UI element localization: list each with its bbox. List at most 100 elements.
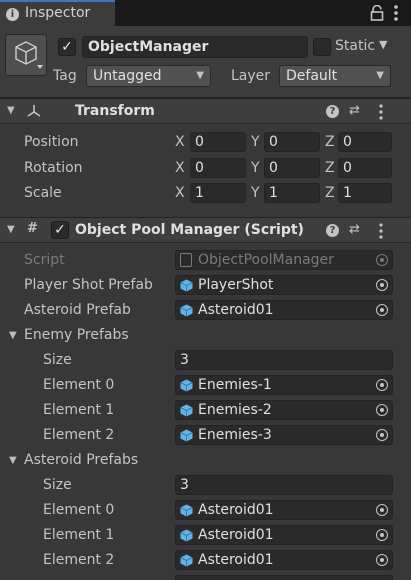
asteroid-element-1-label: Element 1 <box>43 527 115 543</box>
object-name-input[interactable]: ObjectManager <box>82 36 308 58</box>
prefab-cube-icon <box>180 504 193 517</box>
position-z-field[interactable]: 0 <box>338 132 392 152</box>
prefab-cube-icon <box>180 379 193 392</box>
asteroid-element-0-field[interactable]: Asteroid01 <box>175 500 393 520</box>
transform-icon <box>27 105 41 117</box>
player-shot-prefab-field[interactable]: PlayerShot <box>175 275 393 295</box>
rotation-x-field[interactable]: 0 <box>190 158 246 178</box>
asteroid-prefabs-label[interactable]: Asteroid Prefabs <box>24 452 138 468</box>
enemy-element-2-value: Enemies-3 <box>198 427 272 443</box>
object-picker-icon[interactable] <box>376 429 388 441</box>
rotation-z-field[interactable]: 0 <box>338 158 392 178</box>
axis-z-label: Z <box>325 160 335 176</box>
preset-icon[interactable]: ⇄ <box>349 222 360 237</box>
enemy-prefabs-size-label: Size <box>43 352 72 368</box>
prefab-cube-icon <box>180 554 193 567</box>
script-file-icon <box>180 253 192 267</box>
asteroid-element-2-label: Element 2 <box>43 552 115 568</box>
asteroid-prefabs-size-field[interactable]: 3 <box>175 475 393 495</box>
help-icon[interactable]: ? <box>326 224 339 237</box>
script-hash-icon: # <box>27 221 38 236</box>
object-picker-icon[interactable] <box>376 379 388 391</box>
object-picker-icon[interactable] <box>376 304 388 316</box>
prefab-cube-icon <box>180 404 193 417</box>
foldout-arrow-icon[interactable]: ▼ <box>9 455 17 466</box>
foldout-arrow-icon[interactable]: ▼ <box>7 105 15 116</box>
help-icon[interactable]: ? <box>326 105 339 118</box>
active-checkbox[interactable]: ✓ <box>58 38 76 56</box>
axis-x-label: X <box>175 160 185 176</box>
scale-x-field[interactable]: 1 <box>190 183 246 203</box>
position-label: Position <box>24 134 79 150</box>
object-picker-icon[interactable] <box>376 529 388 541</box>
asteroid-prefab-label: Asteroid Prefab <box>24 302 131 318</box>
gameobject-icon[interactable] <box>5 34 47 76</box>
lock-icon[interactable] <box>370 5 384 21</box>
scale-label: Scale <box>24 185 62 201</box>
component-menu-icon[interactable] <box>376 103 386 121</box>
prefab-cube-icon <box>180 304 193 317</box>
static-checkbox[interactable] <box>313 38 331 56</box>
prefab-cube-icon <box>180 279 193 292</box>
asteroid-element-1-value: Asteroid01 <box>198 527 274 543</box>
foldout-arrow-icon[interactable]: ▼ <box>7 224 15 235</box>
player-shot-prefab-label: Player Shot Prefab <box>24 277 153 293</box>
script-label: Script <box>24 252 65 268</box>
component-menu-icon[interactable] <box>376 222 386 240</box>
position-y-field[interactable]: 0 <box>264 132 320 152</box>
tab-label: Inspector <box>25 5 91 21</box>
asteroid-element-0-value: Asteroid01 <box>198 502 274 518</box>
rotation-y-field[interactable]: 0 <box>264 158 320 178</box>
asteroid-element-0-label: Element 0 <box>43 502 115 518</box>
axis-z-label: Z <box>325 134 335 150</box>
scale-z-field[interactable]: 1 <box>338 183 392 203</box>
scale-y-field[interactable]: 1 <box>264 183 320 203</box>
enemy-element-0-value: Enemies-1 <box>198 377 272 393</box>
tag-dropdown-value: Untagged <box>93 68 162 84</box>
layer-dropdown[interactable]: Default ▼ <box>279 65 391 87</box>
tab-inspector[interactable]: i Inspector <box>0 0 115 26</box>
axis-z-label: Z <box>325 185 335 201</box>
enemy-element-0-label: Element 0 <box>43 377 115 393</box>
enemy-element-2-field[interactable]: Enemies-3 <box>175 425 393 445</box>
prefab-cube-icon <box>180 429 193 442</box>
rotation-label: Rotation <box>24 160 83 176</box>
asteroid-prefab-field[interactable]: Asteroid01 <box>175 300 393 320</box>
object-picker-icon[interactable] <box>376 504 388 516</box>
enemy-prefabs-label[interactable]: Enemy Prefabs <box>24 327 129 343</box>
preset-icon[interactable]: ⇄ <box>349 103 360 118</box>
cube-outline-icon <box>15 41 43 69</box>
axis-y-label: Y <box>251 160 260 176</box>
object-picker-icon[interactable] <box>376 554 388 566</box>
asteroid-prefab-value: Asteroid01 <box>198 302 274 318</box>
enemy-element-2-label: Element 2 <box>43 427 115 443</box>
enemy-element-1-field[interactable]: Enemies-2 <box>175 400 393 420</box>
component-enabled-checkbox[interactable]: ✓ <box>51 221 69 239</box>
script-value: ObjectPoolManager <box>198 252 334 268</box>
asteroid-element-1-field[interactable]: Asteroid01 <box>175 525 393 545</box>
static-dropdown-caret-icon[interactable]: ▼ <box>379 38 387 51</box>
asteroid-element-2-field[interactable]: Asteroid01 <box>175 550 393 570</box>
info-icon: i <box>6 8 19 21</box>
kebab-menu-icon[interactable] <box>391 3 401 23</box>
tab-bar: i Inspector <box>0 0 411 26</box>
enemy-element-1-value: Enemies-2 <box>198 402 272 418</box>
enemy-prefabs-size-field[interactable]: 3 <box>175 350 393 370</box>
foldout-arrow-icon[interactable]: ▼ <box>9 330 17 341</box>
player-shot-prefab-value: PlayerShot <box>198 277 274 293</box>
chevron-down-icon: ▼ <box>196 70 204 81</box>
enemy-element-0-field[interactable]: Enemies-1 <box>175 375 393 395</box>
object-picker-icon[interactable] <box>376 279 388 291</box>
position-x-field[interactable]: 0 <box>190 132 246 152</box>
tag-dropdown[interactable]: Untagged ▼ <box>86 65 211 87</box>
tag-label: Tag <box>53 68 77 84</box>
object-picker-icon[interactable] <box>376 404 388 416</box>
axis-y-label: Y <box>251 134 260 150</box>
asteroid-prefabs-size-label: Size <box>43 477 72 493</box>
layer-dropdown-value: Default <box>286 68 338 84</box>
script-field: ObjectPoolManager <box>175 250 393 270</box>
axis-y-label: Y <box>251 185 260 201</box>
chevron-down-icon: ▼ <box>376 70 384 81</box>
enemy-element-1-label: Element 1 <box>43 402 115 418</box>
static-label: Static <box>335 38 376 54</box>
